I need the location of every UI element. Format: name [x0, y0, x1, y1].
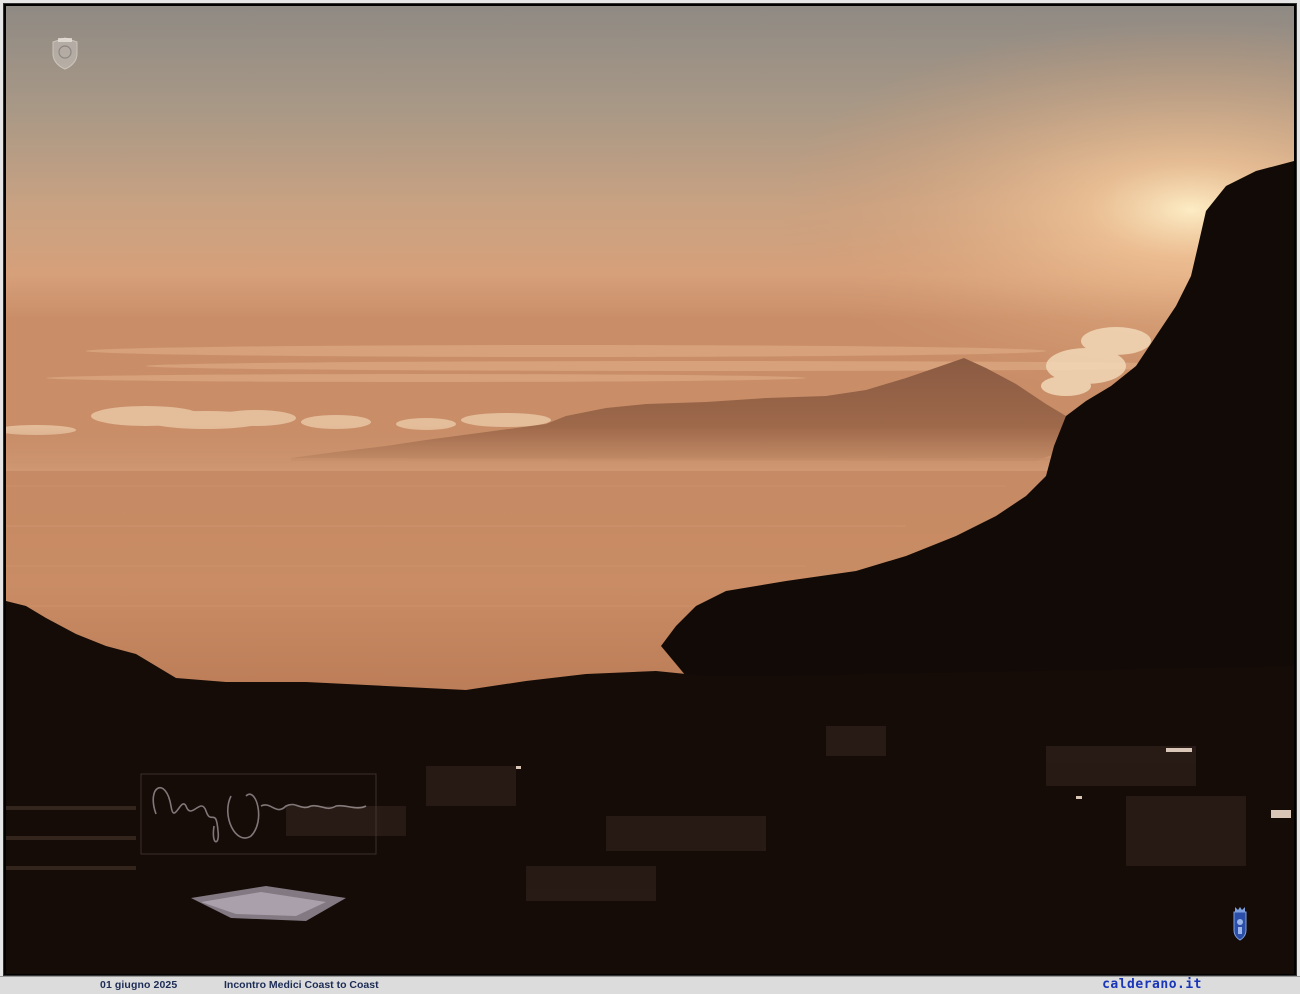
photo-frame: [0, 0, 1300, 993]
photo-title: Incontro Medici Coast to Coast: [224, 979, 379, 991]
coat-of-arms-icon: [1230, 906, 1250, 942]
crest-watermark-icon: [50, 36, 80, 70]
caption-bar: 01 giugno 2025 Incontro Medici Coast to …: [0, 976, 1300, 994]
sunset-photo: [6, 6, 1294, 974]
site-link[interactable]: calderano.it: [1102, 977, 1202, 992]
photo-date: 01 giugno 2025: [100, 979, 178, 991]
